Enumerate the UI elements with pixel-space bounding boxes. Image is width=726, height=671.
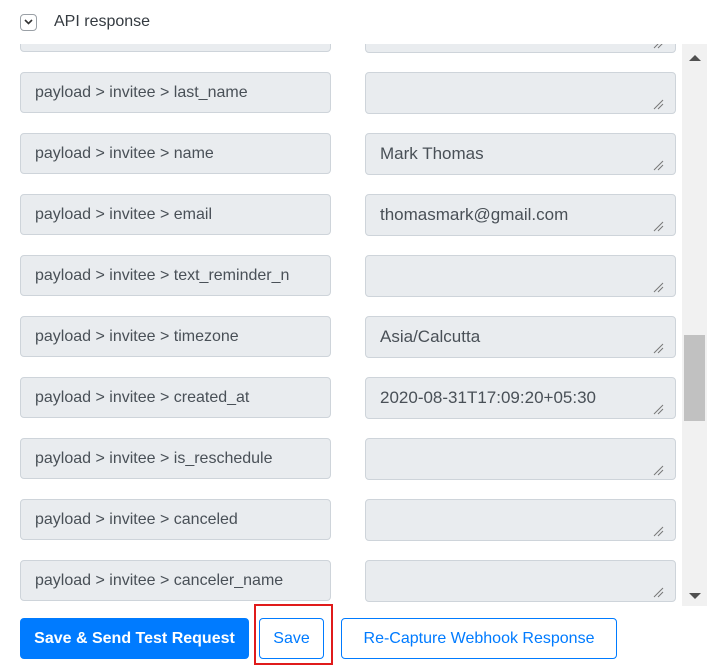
vertical-scrollbar[interactable]	[682, 44, 707, 606]
field-key: payload > invitee > name	[20, 133, 331, 174]
scroll-down-button[interactable]	[682, 586, 707, 606]
field-row: payload > invitee > canceler_name	[0, 560, 682, 606]
field-row	[0, 44, 682, 72]
field-row: payload > invitee > is_reschedule	[0, 438, 682, 499]
field-key: payload > invitee > text_reminder_n	[20, 255, 331, 296]
scrollbar-thumb[interactable]	[684, 335, 705, 421]
field-row: payload > invitee > name Mark Thomas	[0, 133, 682, 194]
field-key: payload > invitee > canceler_name	[20, 560, 331, 601]
triangle-down-icon	[688, 593, 701, 599]
field-key: payload > invitee > email	[20, 194, 331, 235]
field-value[interactable]	[365, 499, 676, 541]
scroll-up-button[interactable]	[682, 48, 707, 68]
field-key: payload > invitee > created_at	[20, 377, 331, 418]
field-row: payload > invitee > canceled	[0, 499, 682, 560]
field-value[interactable]	[365, 44, 676, 53]
field-value[interactable]: Asia/Calcutta	[365, 316, 676, 358]
field-value[interactable]: thomasmark@gmail.com	[365, 194, 676, 236]
field-row: payload > invitee > last_name	[0, 72, 682, 133]
field-value[interactable]: 2020-08-31T17:09:20+05:30	[365, 377, 676, 419]
field-key: payload > invitee > last_name	[20, 72, 331, 113]
chevron-down-icon	[24, 19, 33, 25]
field-key: payload > invitee > canceled	[20, 499, 331, 540]
field-value[interactable]	[365, 438, 676, 480]
field-row: payload > invitee > timezone Asia/Calcut…	[0, 316, 682, 377]
field-value[interactable]: Mark Thomas	[365, 133, 676, 175]
field-row: payload > invitee > email thomasmark@gma…	[0, 194, 682, 255]
field-row: payload > invitee > created_at 2020-08-3…	[0, 377, 682, 438]
triangle-up-icon	[688, 55, 701, 61]
recapture-webhook-response-button[interactable]: Re-Capture Webhook Response	[341, 618, 617, 659]
collapse-toggle[interactable]	[20, 13, 37, 31]
save-button[interactable]: Save	[259, 618, 324, 659]
field-value[interactable]	[365, 255, 676, 297]
field-key: payload > invitee > timezone	[20, 316, 331, 357]
field-row: payload > invitee > text_reminder_n	[0, 255, 682, 316]
section-title: API response	[54, 13, 151, 30]
field-mapping-list[interactable]: payload > invitee > last_name payload > …	[0, 44, 682, 606]
field-key	[20, 44, 331, 52]
field-key: payload > invitee > is_reschedule	[20, 438, 331, 479]
field-value[interactable]	[365, 560, 676, 602]
api-response-header: API response	[20, 10, 150, 34]
save-and-send-test-request-button[interactable]: Save & Send Test Request	[20, 618, 249, 659]
field-value[interactable]	[365, 72, 676, 114]
